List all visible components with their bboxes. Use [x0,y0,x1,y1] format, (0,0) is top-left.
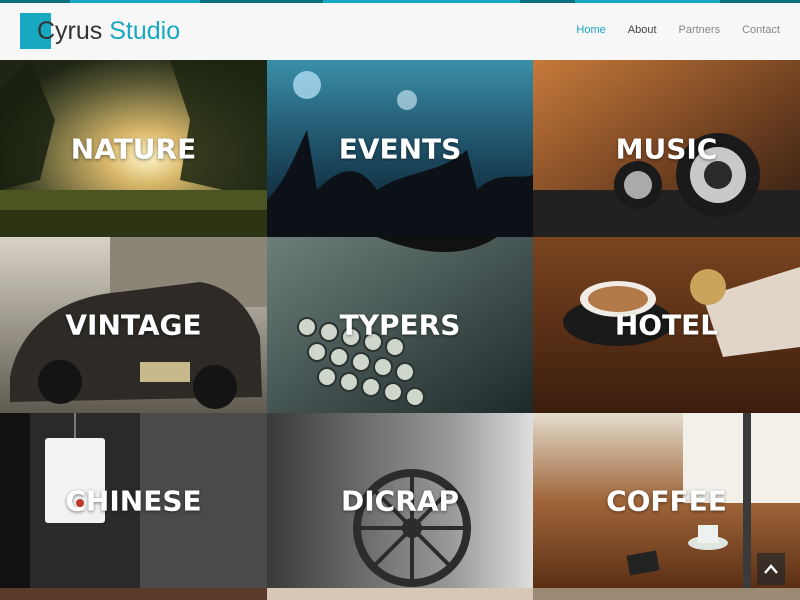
scroll-to-top-button[interactable] [757,553,785,585]
gallery-tile-vintage[interactable]: VINTAGE [0,237,267,413]
gallery-tile-music[interactable]: MUSIC [533,60,800,237]
site-header: Cyrus Studio Home About Partners Contact [0,3,800,60]
gallery-tile-dicrap[interactable]: DICRAP [267,413,533,588]
tile-label: NATURE [70,132,197,165]
brand-logo[interactable]: Cyrus Studio [20,13,180,49]
gallery-tile-row4-1[interactable] [0,588,267,600]
tile-label: EVENTS [338,132,462,165]
nav-partners[interactable]: Partners [679,24,721,36]
tile-label: DICRAP [341,484,459,517]
gallery-tile-chinese[interactable]: CHINESE [0,413,267,588]
nav-contact[interactable]: Contact [742,24,780,36]
gallery-grid: NATURE EVENTS MUSIC VINTAGE TYPERS HOTEL… [0,60,800,600]
tile-label: HOTEL [614,308,719,342]
brand-name: Cyrus Studio [20,13,180,49]
gallery-tile-events[interactable]: EVENTS [267,60,533,237]
nav-home[interactable]: Home [576,24,605,36]
gallery-tile-row4-3[interactable] [533,588,800,600]
brand-name-part1: Cyrus [37,17,103,45]
nav-about[interactable]: About [628,24,657,36]
tile-label: CHINESE [65,484,202,517]
brand-name-part2: Studio [109,17,181,45]
tile-label: TYPERS [339,308,461,342]
gallery-tile-nature[interactable]: NATURE [0,60,267,237]
tile-label: VINTAGE [65,308,202,342]
chevron-up-icon [764,564,778,574]
gallery-tile-row4-2[interactable] [267,588,533,600]
gallery-tile-hotel[interactable]: HOTEL [533,237,800,413]
tile-label: MUSIC [615,132,718,165]
main-nav: Home About Partners Contact [554,24,780,36]
gallery-tile-typers[interactable]: TYPERS [267,237,533,413]
tile-label: COFFEE [606,484,727,517]
